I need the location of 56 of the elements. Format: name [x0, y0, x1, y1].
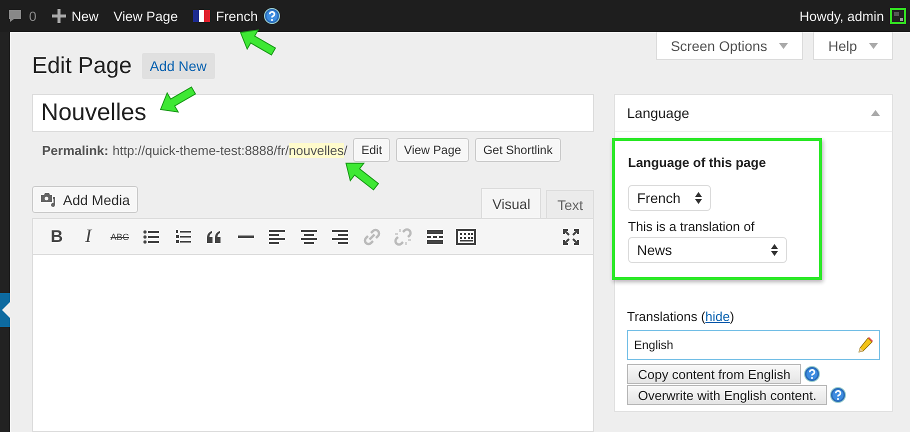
unlink-icon: [394, 228, 412, 246]
add-new-button[interactable]: Add New: [142, 52, 215, 78]
comment-count[interactable]: 0: [29, 8, 37, 24]
italic-button[interactable]: I: [72, 222, 104, 250]
screen-options-tab[interactable]: Screen Options: [656, 32, 804, 60]
bracket: (: [700, 309, 706, 324]
media-icon: [40, 192, 58, 208]
new-link[interactable]: New: [72, 8, 99, 24]
pencil-icon[interactable]: [857, 337, 873, 353]
page-heading: Edit Page: [32, 52, 132, 79]
align-center-icon: [300, 230, 317, 244]
quote-icon: [206, 230, 222, 244]
editor-tab[interactable]: Visual: [481, 188, 542, 218]
view-page-button[interactable]: View Page: [396, 138, 470, 162]
hide-link[interactable]: hide: [705, 309, 730, 324]
strikethrough-button[interactable]: ABC: [104, 222, 136, 250]
numbered-list-icon: [174, 228, 191, 244]
select-arrows-icon: [695, 192, 702, 204]
translation-select[interactable]: News: [628, 237, 787, 263]
bracket: ): [730, 309, 734, 324]
plus-icon[interactable]: [52, 9, 66, 23]
align-left-icon: [269, 230, 286, 244]
select-arrows-icon: [771, 244, 778, 256]
horizontal-line-icon: [238, 234, 254, 238]
link-icon: [362, 228, 381, 246]
comment-icon[interactable]: [7, 8, 23, 24]
keyboard-icon: [456, 228, 476, 244]
language-menu[interactable]: French: [216, 8, 258, 24]
permalink-url[interactable]: http://quick-theme-test:8888/fr/nouvelles/: [112, 142, 348, 158]
title-field[interactable]: Nouvelles: [32, 94, 594, 132]
overwrite-content-button[interactable]: Overwrite with English content.: [627, 385, 828, 405]
permalink-label: Permalink:: [42, 142, 108, 158]
fullscreen-icon: [563, 228, 580, 244]
edit-slug-button[interactable]: Edit: [353, 138, 390, 162]
bullet-list-icon: [143, 230, 160, 244]
box-title: Language: [627, 105, 690, 121]
translations-label: Translations: [627, 309, 698, 324]
bold-button[interactable]: B: [41, 222, 72, 250]
section-heading: Language of this page: [628, 155, 767, 170]
greeting[interactable]: Howdy, admin: [799, 8, 884, 24]
read-more-icon: [426, 230, 443, 244]
flag-icon[interactable]: [192, 10, 210, 22]
add-media-button[interactable]: Add Media: [32, 186, 138, 213]
view-page-link[interactable]: View Page: [114, 8, 178, 24]
language-select[interactable]: French: [628, 185, 711, 211]
shortlink-button[interactable]: Get Shortlink: [475, 138, 561, 162]
help-icon[interactable]: [264, 8, 280, 24]
align-right-icon: [332, 230, 348, 244]
translation-field[interactable]: English: [627, 330, 880, 360]
caret-icon: [779, 42, 788, 48]
avatar[interactable]: [890, 8, 906, 24]
editor-tab[interactable]: Text: [546, 190, 594, 218]
help-tab[interactable]: Help: [813, 32, 893, 60]
caret-icon: [869, 42, 878, 48]
copy-content-button[interactable]: Copy content from English: [627, 364, 802, 384]
translation-label: This is a translation of: [628, 219, 756, 234]
